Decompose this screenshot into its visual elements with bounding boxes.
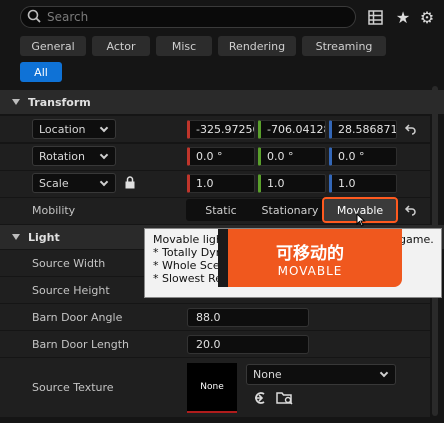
chevron-down-icon [99, 177, 109, 187]
lock-icon[interactable] [124, 176, 136, 192]
scale-label: Scale [39, 176, 69, 190]
browse-icon[interactable] [276, 390, 294, 409]
filter-tab-general[interactable]: General [20, 36, 86, 56]
grid-icon[interactable] [366, 8, 384, 26]
rotation-x-field[interactable]: 0.0 ° [187, 147, 255, 166]
rotation-label: Rotation [39, 149, 86, 163]
barn-door-angle-field[interactable]: 88.0 [187, 308, 309, 327]
reset-arrow-icon[interactable] [403, 203, 417, 217]
source-texture-label: Source Texture [32, 381, 114, 394]
location-x-field[interactable]: -325.97256 [187, 120, 255, 139]
filter-tab-all[interactable]: All [20, 62, 62, 82]
barn-door-length-label: Barn Door Length [32, 338, 129, 351]
thumbnail-label: None [200, 382, 224, 392]
tooltip-line1-end: game. [399, 233, 434, 246]
gear-icon[interactable]: ⚙ [418, 8, 436, 27]
movable-annotation-overlay: 可移动的 MOVABLE [218, 229, 402, 287]
overlay-divider [218, 229, 228, 287]
collapse-arrow-icon [12, 234, 20, 240]
scale-y-field[interactable]: 1.0 [258, 174, 326, 193]
filter-tab-misc[interactable]: Misc [156, 36, 212, 56]
location-label: Location [39, 122, 86, 136]
chevron-down-icon [99, 123, 109, 133]
use-selected-icon[interactable] [252, 390, 268, 409]
mobility-stationary-button[interactable]: Stationary [256, 199, 324, 221]
mobility-static-button[interactable]: Static [186, 199, 256, 221]
barn-door-length-field[interactable]: 20.0 [187, 335, 309, 354]
mobility-label: Mobility [32, 204, 76, 217]
mouse-cursor-icon [356, 212, 366, 230]
rotation-y-field[interactable]: 0.0 ° [258, 147, 326, 166]
search-input[interactable] [47, 10, 327, 24]
chevron-down-icon [379, 368, 389, 378]
reset-arrow-icon[interactable] [403, 122, 417, 136]
transform-title: Transform [28, 95, 91, 109]
source-texture-thumbnail[interactable]: None [187, 363, 237, 413]
source-texture-select[interactable]: None [246, 364, 396, 385]
source-texture-value: None [253, 368, 282, 381]
transform-section-header[interactable]: Transform [0, 90, 444, 114]
chevron-down-icon [99, 150, 109, 160]
overlay-english-label: MOVABLE [277, 263, 343, 278]
rotation-dropdown[interactable]: Rotation [32, 146, 116, 166]
scale-z-field[interactable]: 1.0 [329, 174, 397, 193]
search-bar[interactable] [20, 6, 356, 28]
filter-tab-actor[interactable]: Actor [92, 36, 150, 56]
location-z-field[interactable]: 28.586871 [329, 120, 397, 139]
star-icon[interactable]: ★ [394, 8, 412, 27]
location-dropdown[interactable]: Location [32, 119, 116, 139]
scale-x-field[interactable]: 1.0 [187, 174, 255, 193]
light-title: Light [28, 230, 60, 244]
search-icon [27, 9, 41, 26]
overlay-chinese-label: 可移动的 [276, 243, 344, 264]
location-y-field[interactable]: -706.04128 [258, 120, 326, 139]
collapse-arrow-icon [12, 99, 20, 105]
tooltip-line1: Movable ligh [153, 233, 223, 246]
scale-dropdown[interactable]: Scale [32, 173, 116, 193]
filter-tab-streaming[interactable]: Streaming [302, 36, 386, 56]
source-width-label: Source Width [32, 257, 106, 270]
rotation-z-field[interactable]: 0.0 ° [329, 147, 397, 166]
filter-tab-rendering[interactable]: Rendering [218, 36, 296, 56]
source-height-label: Source Height [32, 284, 110, 297]
barn-door-angle-label: Barn Door Angle [32, 311, 123, 324]
